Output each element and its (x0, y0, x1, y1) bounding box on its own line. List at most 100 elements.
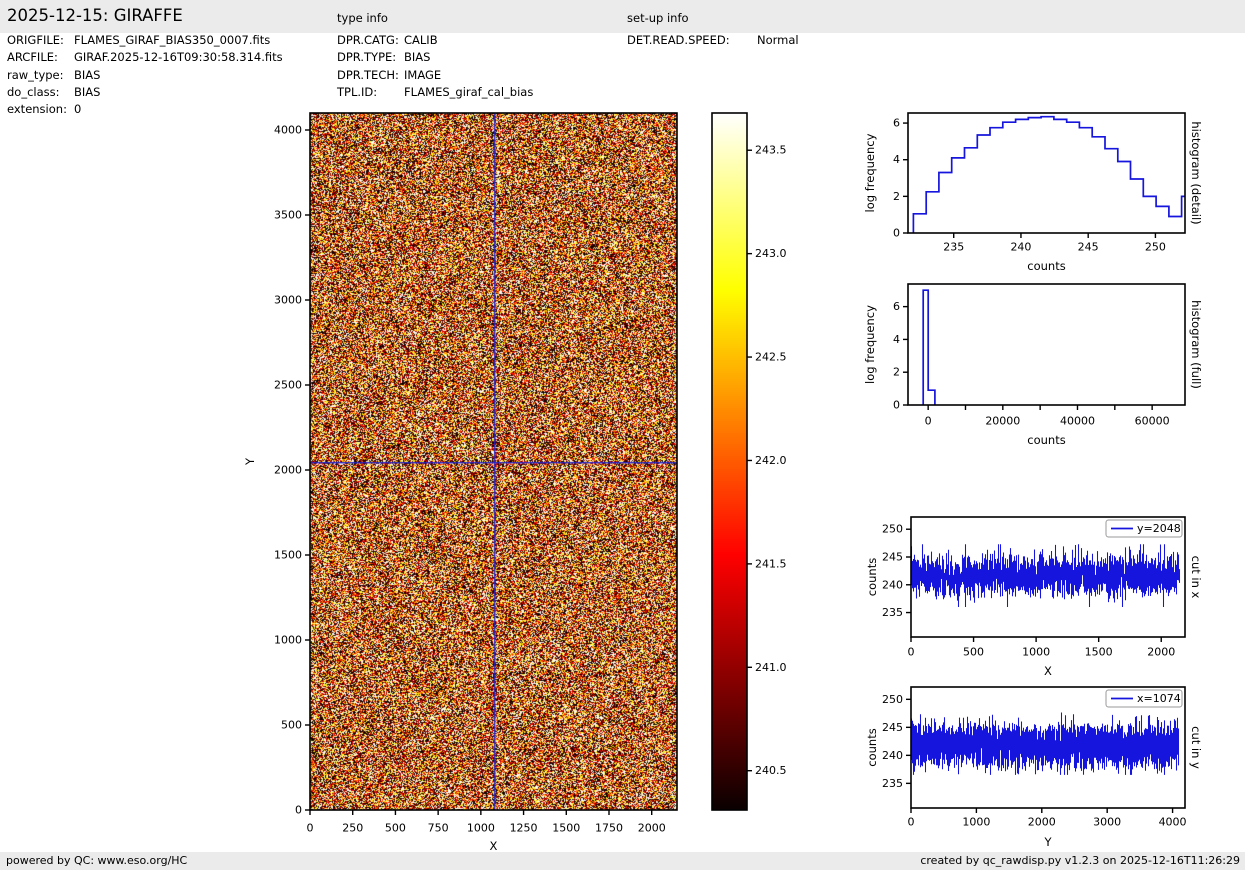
header-band (0, 0, 1245, 33)
svg-text:245: 245 (882, 721, 903, 734)
svg-text:2000: 2000 (1028, 816, 1056, 829)
svg-text:1000: 1000 (1022, 646, 1050, 659)
info-label: raw_type: (7, 67, 64, 82)
hist_full-xlabel: counts (1027, 433, 1065, 447)
svg-text:1500: 1500 (274, 549, 302, 562)
svg-text:500: 500 (281, 719, 302, 732)
svg-text:241.5: 241.5 (755, 557, 787, 570)
svg-text:4000: 4000 (1159, 816, 1187, 829)
svg-text:750: 750 (428, 822, 449, 835)
svg-text:243.0: 243.0 (755, 247, 787, 260)
hist_full-axes: 0 20000 40000 60000 0 2 4 6 counts log frequency h… (863, 283, 1203, 447)
info-row: DET.READ.SPEED: Normal (627, 33, 799, 50)
svg-text:0: 0 (893, 227, 900, 240)
info-label: DPR.TECH: (337, 67, 399, 82)
type-info-heading: type info (337, 11, 388, 25)
info-value: BIAS (74, 84, 101, 99)
footer-created-by: created by qc_rawdisp.py v1.2.3 on 2025-… (920, 854, 1240, 867)
info-label: DPR.TYPE: (337, 50, 397, 65)
info-row: ARCFILE: GIRAF.2025-12-16T09:30:58.314.fi… (7, 50, 283, 67)
info-row: DPR.TECH: IMAGE (337, 68, 533, 85)
svg-text:250: 250 (882, 693, 903, 706)
cut_y-legend: x=1074 (1105, 689, 1183, 708)
file-info-list: ORIGFILE: FLAMES_GIRAF_BIAS350_0007.fits A… (7, 33, 283, 119)
cut_y-xlabel: Y (1043, 835, 1052, 849)
svg-text:40000: 40000 (1060, 415, 1095, 428)
svg-text:235: 235 (882, 777, 903, 790)
hist_full-step-line (922, 289, 936, 405)
image-ylabel: Y (243, 457, 257, 466)
image-xlabel: X (490, 839, 498, 853)
svg-text:243.5: 243.5 (755, 144, 787, 157)
cut_y-axes: 0 1000 2000 3000 4000 235 240 245 250 Ycounts cut … (865, 686, 1203, 849)
svg-text:1000: 1000 (274, 634, 302, 647)
page-title: 2025-12-15: GIRAFFE (7, 6, 183, 25)
cut_x-legend-label: y=2048 (1137, 522, 1181, 535)
svg-text:235: 235 (943, 241, 964, 254)
svg-text:245: 245 (1078, 241, 1099, 254)
info-label: DET.READ.SPEED: (627, 33, 730, 47)
info-value: FLAMES_giraf_cal_bias (404, 84, 534, 99)
info-label: TPL.ID: (337, 84, 378, 99)
cut_y-side-label: cut in y (1189, 726, 1203, 769)
svg-text:2: 2 (893, 190, 900, 203)
svg-text:240.5: 240.5 (755, 764, 787, 777)
svg-text:242.0: 242.0 (755, 454, 787, 467)
hist_detail-step-line (912, 115, 1185, 233)
footer-powered-by: powered by QC: www.eso.org/HC (6, 854, 188, 867)
svg-text:3000: 3000 (1093, 816, 1121, 829)
svg-text:4: 4 (893, 333, 900, 346)
info-row: do_class: BIAS (7, 85, 283, 102)
svg-text:250: 250 (342, 822, 363, 835)
colorbar-gradient (712, 113, 747, 810)
svg-text:1750: 1750 (595, 822, 623, 835)
svg-text:1000: 1000 (467, 822, 495, 835)
svg-text:235: 235 (882, 606, 903, 619)
cut_x-noise-line (910, 544, 1181, 607)
info-value: CALIB (404, 33, 438, 47)
hist_detail-axes: 235 240 245 250 0 2 4 6 counts log frequency histo… (863, 112, 1203, 273)
hist_detail-side-label: histogram (detail) (1189, 121, 1203, 224)
svg-text:6: 6 (893, 300, 900, 313)
info-row: TPL.ID: FLAMES_giraf_cal_bias (337, 85, 533, 102)
hist_detail-xlabel: counts (1027, 259, 1065, 273)
setup-info-list: DET.READ.SPEED: Normal (627, 33, 799, 50)
svg-text:2000: 2000 (274, 464, 302, 477)
qc-report-page: 2025-12-15: GIRAFFE type info set-up inf… (0, 0, 1245, 870)
svg-text:0: 0 (295, 804, 302, 817)
info-value: BIAS (404, 50, 431, 65)
svg-text:240: 240 (882, 749, 903, 762)
svg-text:60000: 60000 (1135, 415, 1170, 428)
cut_x-side-label: cut in x (1189, 556, 1203, 599)
svg-text:0: 0 (908, 646, 915, 659)
raw-image-heatmap (310, 113, 677, 810)
cut_x-ylabel: counts (865, 558, 879, 596)
hist_full-ylabel: log frequency (863, 305, 877, 384)
svg-text:3500: 3500 (274, 209, 302, 222)
cut_x-axes: 0 500 1000 1500 2000 235 240 245 250 Xcounts cut i… (865, 516, 1203, 678)
info-row: ORIGFILE: FLAMES_GIRAF_BIAS350_0007.fits (7, 33, 283, 50)
svg-text:0: 0 (307, 822, 314, 835)
svg-text:1500: 1500 (552, 822, 580, 835)
svg-text:500: 500 (963, 646, 984, 659)
svg-text:240: 240 (1010, 241, 1031, 254)
svg-text:1500: 1500 (1085, 646, 1113, 659)
svg-text:241.0: 241.0 (755, 661, 787, 674)
svg-text:500: 500 (385, 822, 406, 835)
info-label: ARCFILE: (7, 50, 58, 65)
svg-text:20000: 20000 (985, 415, 1020, 428)
hist_detail-ylabel: log frequency (863, 133, 877, 212)
info-row: raw_type: BIAS (7, 68, 283, 85)
svg-text:0: 0 (908, 816, 915, 829)
cut_y-ylabel: counts (865, 728, 879, 766)
info-value: FLAMES_GIRAF_BIAS350_0007.fits (74, 33, 271, 47)
info-row: DPR.TYPE: BIAS (337, 50, 533, 67)
info-row: DPR.CATG: CALIB (337, 33, 533, 50)
info-value: IMAGE (404, 67, 442, 82)
info-value: GIRAF.2025-12-16T09:30:58.314.fits (74, 50, 283, 65)
svg-text:0: 0 (893, 399, 900, 412)
cut_y-noise-line (910, 712, 1180, 775)
type-info-list: DPR.CATG: CALIB DPR.TYPE: BIAS DPR.TECH: IMAG… (337, 33, 533, 102)
setup-info-heading: set-up info (627, 11, 689, 25)
hist_full-side-label: histogram (full) (1189, 300, 1203, 389)
